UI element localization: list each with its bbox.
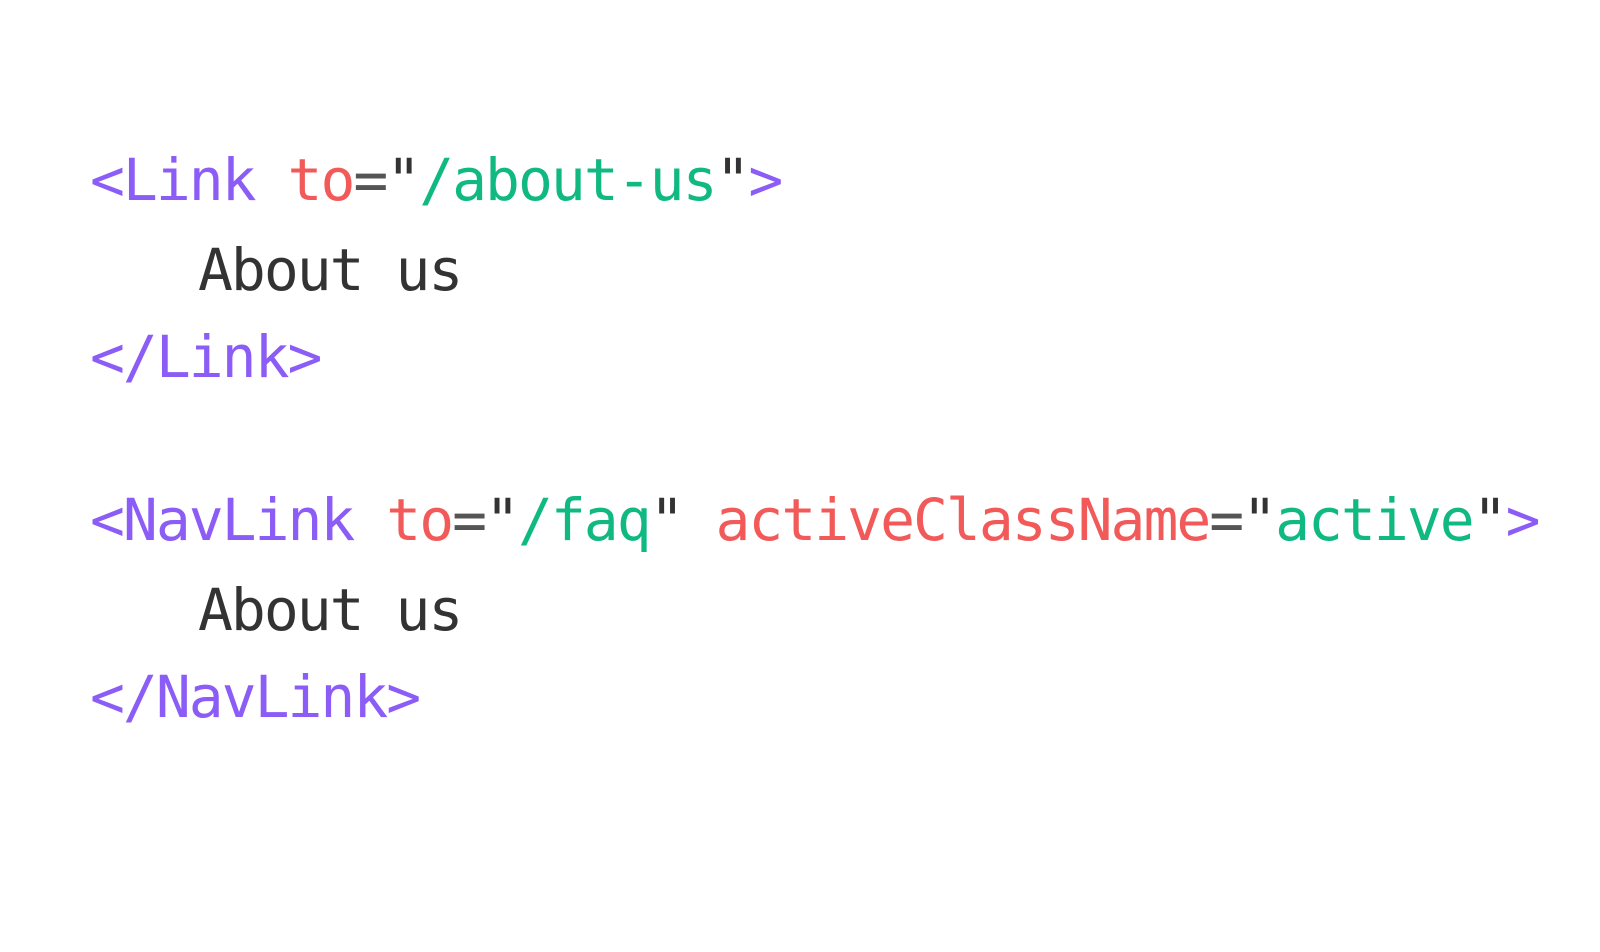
navlink-to-open-quote: ": [485, 486, 520, 554]
navlink-inner-text: About us: [198, 576, 463, 644]
navlink-active-open-quote: ": [1242, 486, 1277, 554]
link-close-tag: </Link>: [90, 323, 322, 391]
link-close-line: </Link>: [90, 312, 322, 402]
navlink-activeclassname-attribute: activeClassName: [715, 486, 1212, 554]
navlink-open-tag: <NavLink: [90, 486, 355, 554]
navlink-to-equals: =: [452, 486, 487, 554]
link-inner-line: About us: [90, 225, 463, 315]
navlink-inner-line: About us: [90, 565, 463, 655]
code-slide: { "colors": { "background": "#ffffff", "…: [0, 0, 1600, 900]
link-to-attribute: to: [287, 146, 356, 214]
link-to-equals: =: [353, 146, 388, 214]
navlink-open-bracket-close: >: [1505, 486, 1541, 554]
link-open-tag: <Link: [90, 146, 257, 214]
navlink-close-line: </NavLink>: [90, 652, 421, 742]
link-to-close-quote: ": [715, 146, 751, 214]
navlink-open-line: <NavLink to="/faq" activeClassName="acti…: [90, 475, 1541, 565]
link-to-open-quote: ": [386, 146, 421, 214]
navlink-active-value: active: [1275, 486, 1475, 554]
link-inner-text: About us: [198, 236, 463, 304]
navlink-to-value: /faq: [517, 486, 652, 554]
navlink-close-tag: </NavLink>: [90, 663, 421, 731]
link-to-value: /about-us: [419, 146, 717, 214]
navlink-active-equals: =: [1209, 486, 1244, 554]
code-snippet: <Link to="/about-us"> About us </Link> <…: [90, 0, 1540, 952]
navlink-active-close-quote: ": [1472, 486, 1508, 554]
navlink-to-close-quote: ": [649, 486, 685, 554]
navlink-to-attribute: to: [386, 486, 454, 554]
link-open-bracket-close: >: [748, 146, 783, 214]
link-open-line: <Link to="/about-us">: [90, 135, 783, 225]
